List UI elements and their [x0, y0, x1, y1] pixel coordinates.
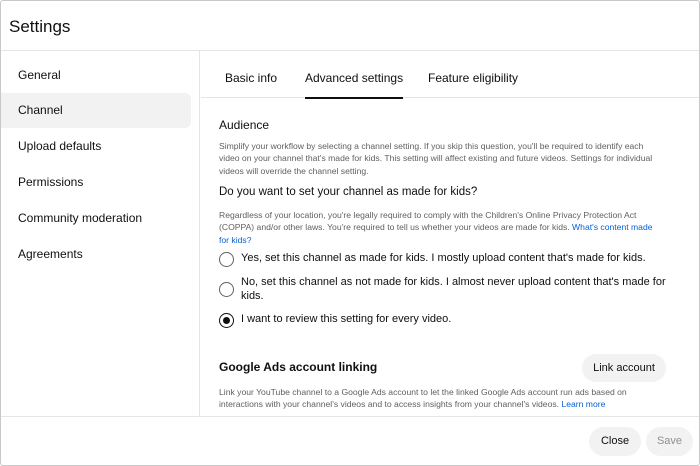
- radio-label: Yes, set this channel as made for kids. …: [241, 252, 646, 264]
- advanced-settings-panel: Audience Simplify your workflow by selec…: [201, 98, 699, 416]
- learn-more-link[interactable]: Learn more: [561, 399, 605, 409]
- dialog-title: Settings: [9, 17, 71, 36]
- radio-button[interactable]: [219, 252, 234, 267]
- google-ads-description: Link your YouTube channel to a Google Ad…: [219, 386, 659, 411]
- footer-divider: [1, 416, 699, 417]
- sidebar-item-upload-defaults[interactable]: Upload defaults: [1, 129, 191, 164]
- save-button[interactable]: Save: [646, 427, 693, 456]
- sidebar-item-general[interactable]: General: [1, 58, 191, 93]
- radio-button[interactable]: [219, 282, 234, 297]
- made-for-kids-question: Do you want to set your channel as made …: [219, 186, 478, 198]
- tab-basic-info[interactable]: Basic info: [225, 51, 277, 98]
- tab-bar: Basic info Advanced settings Feature eli…: [201, 51, 699, 99]
- sidebar-item-permissions[interactable]: Permissions: [1, 165, 191, 200]
- tab-feature-eligibility[interactable]: Feature eligibility: [428, 51, 518, 98]
- settings-dialog: Settings General Channel Upload defaults…: [0, 0, 700, 466]
- google-ads-heading: Google Ads account linking: [219, 360, 378, 374]
- close-button[interactable]: Close: [589, 427, 641, 456]
- audience-heading: Audience: [219, 118, 270, 132]
- sidebar: General Channel Upload defaults Permissi…: [1, 51, 200, 416]
- radio-label: No, set this channel as not made for kid…: [241, 276, 666, 302]
- sidebar-item-agreements[interactable]: Agreements: [1, 237, 191, 272]
- sidebar-item-community-moderation[interactable]: Community moderation: [1, 201, 191, 236]
- radio-button-selected[interactable]: [219, 313, 234, 328]
- tab-advanced-settings[interactable]: Advanced settings: [305, 51, 404, 99]
- audience-description: Simplify your workflow by selecting a ch…: [219, 141, 653, 176]
- sidebar-item-channel[interactable]: Channel: [1, 93, 191, 128]
- radio-label: I want to review this setting for every …: [241, 313, 452, 325]
- link-account-button[interactable]: Link account: [582, 354, 666, 382]
- coppa-legal-text: Regardless of your location, you're lega…: [219, 209, 659, 246]
